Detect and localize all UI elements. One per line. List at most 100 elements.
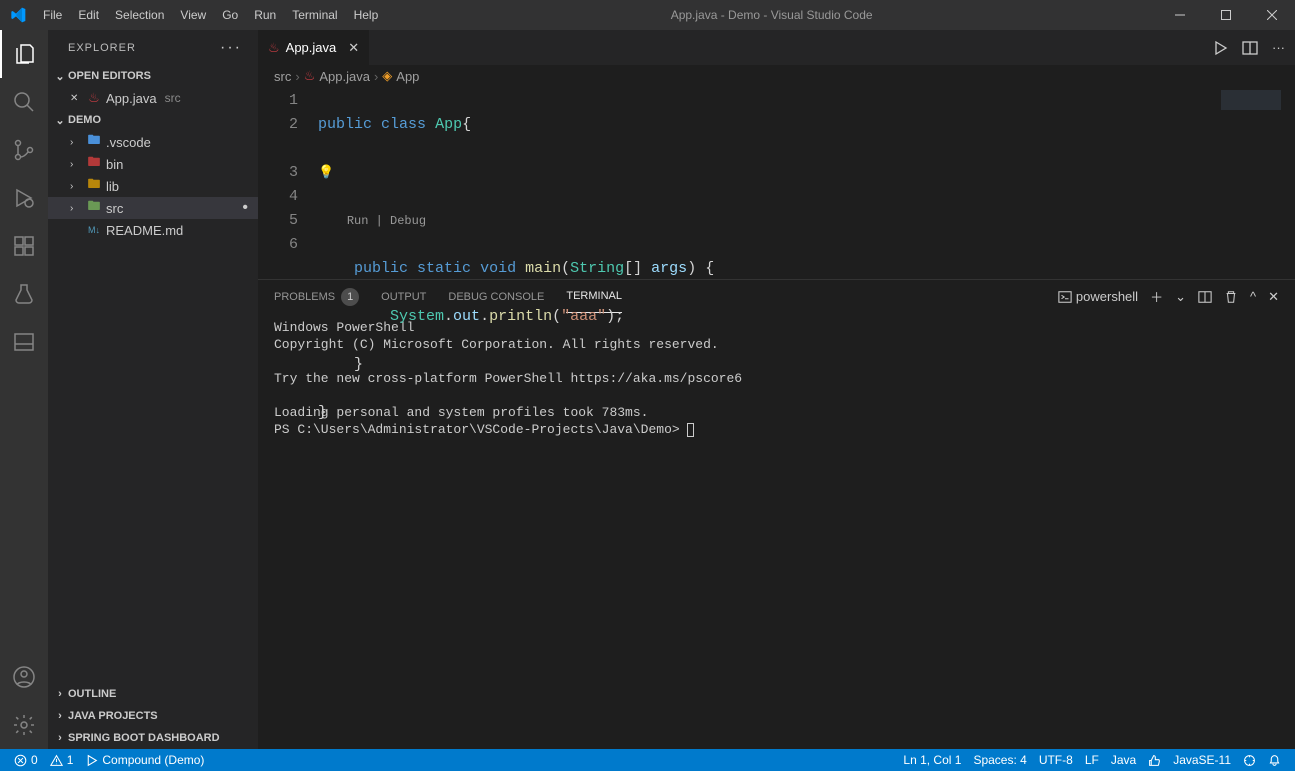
tree-label: .vscode: [106, 135, 151, 150]
modified-dot-icon: •: [242, 199, 248, 217]
tree-label: README.md: [106, 223, 183, 238]
title-bar: File Edit Selection View Go Run Terminal…: [0, 0, 1295, 30]
chevron-right-icon: ›: [295, 69, 299, 84]
menu-file[interactable]: File: [35, 0, 70, 30]
open-editors-header[interactable]: ⌄ OPEN EDITORS: [48, 65, 258, 87]
str-aaa: "aaa": [561, 308, 606, 325]
activity-testing-icon[interactable]: [0, 270, 48, 318]
status-warnings[interactable]: 1: [44, 749, 80, 771]
tree-label: lib: [106, 179, 119, 194]
spring-boot-header[interactable]: › SPRING BOOT DASHBOARD: [48, 727, 258, 749]
window-maximize-button[interactable]: [1203, 0, 1249, 30]
minimap[interactable]: [1211, 87, 1281, 279]
folder-bin[interactable]: › 🖿 bin: [48, 153, 258, 175]
menu-view[interactable]: View: [172, 0, 214, 30]
breadcrumbs[interactable]: src › ♨ App.java › ◈ App: [258, 65, 1295, 87]
chevron-right-icon: ›: [70, 137, 82, 148]
activity-accounts-icon[interactable]: [0, 653, 48, 701]
chevron-right-icon: ›: [70, 181, 82, 192]
chevron-right-icon: ›: [52, 732, 68, 744]
breadcrumb-file[interactable]: App.java: [319, 69, 370, 84]
more-icon[interactable]: ···: [1272, 40, 1285, 55]
status-encoding[interactable]: UTF-8: [1033, 749, 1079, 771]
folder-vscode[interactable]: › 🖿 .vscode: [48, 131, 258, 153]
status-thumbs-up-icon[interactable]: [1142, 749, 1167, 771]
var-out: out: [453, 308, 480, 325]
status-spaces[interactable]: Spaces: 4: [967, 749, 1032, 771]
line-number: 1: [258, 89, 298, 113]
tab-label: App.java: [286, 40, 337, 55]
explorer-title: EXPLORER ···: [48, 30, 258, 65]
activity-extensions-icon[interactable]: [0, 222, 48, 270]
activity-panel-icon[interactable]: [0, 318, 48, 366]
java-projects-header[interactable]: › JAVA PROJECTS: [48, 705, 258, 727]
status-errors[interactable]: 0: [8, 749, 44, 771]
editor-group: ♨ App.java ✕ ··· src › ♨ App.java › ◈ Ap…: [258, 30, 1295, 749]
warnings-count: 1: [67, 753, 74, 767]
status-eol[interactable]: LF: [1079, 749, 1105, 771]
split-editor-icon[interactable]: [1242, 40, 1258, 56]
menu-edit[interactable]: Edit: [70, 0, 107, 30]
menu-run[interactable]: Run: [246, 0, 284, 30]
file-readme[interactable]: M↓ README.md: [48, 219, 258, 241]
kw-public: public: [354, 260, 408, 277]
outline-label: OUTLINE: [68, 688, 116, 700]
outline-header[interactable]: › OUTLINE: [48, 683, 258, 705]
line-number: 3: [258, 161, 298, 185]
activity-source-control-icon[interactable]: [0, 126, 48, 174]
tab-app-java[interactable]: ♨ App.java ✕: [258, 30, 370, 65]
menu-terminal[interactable]: Terminal: [284, 0, 345, 30]
lightbulb-icon[interactable]: 💡: [318, 165, 334, 180]
run-icon[interactable]: [1212, 40, 1228, 56]
status-bar: 0 1 Compound (Demo) Ln 1, Col 1 Spaces: …: [0, 749, 1295, 771]
explorer-more-icon[interactable]: ···: [220, 39, 242, 57]
code-content[interactable]: public class App{ 💡 Run | Debug public s…: [318, 87, 1295, 279]
breadcrumb-symbol[interactable]: App: [396, 69, 419, 84]
status-jdk[interactable]: JavaSE-11: [1167, 749, 1237, 771]
code-editor[interactable]: 1 2 3 4 5 6 public class App{ 💡 Run | De…: [258, 87, 1295, 279]
activity-run-debug-icon[interactable]: [0, 174, 48, 222]
workspace-header[interactable]: ⌄ DEMO: [48, 109, 258, 131]
folder-src[interactable]: › 🖿 src •: [48, 197, 258, 219]
kw-class: class: [381, 116, 426, 133]
line-number: 2: [258, 113, 298, 137]
chevron-right-icon: ›: [52, 710, 68, 722]
kw-public: public: [318, 116, 372, 133]
open-editor-dir: src: [165, 91, 181, 105]
tree-label: bin: [106, 157, 123, 172]
tab-bar: ♨ App.java ✕ ···: [258, 30, 1295, 65]
status-bell-icon[interactable]: [1262, 749, 1287, 771]
codelens-run-debug[interactable]: Run | Debug: [347, 214, 426, 228]
menu-go[interactable]: Go: [214, 0, 246, 30]
java-file-icon: ♨: [86, 90, 102, 106]
status-language[interactable]: Java: [1105, 749, 1142, 771]
chevron-right-icon: ›: [70, 159, 82, 170]
open-editor-item[interactable]: ✕ ♨ App.java src: [48, 87, 258, 109]
open-editors-label: OPEN EDITORS: [68, 70, 151, 82]
close-icon[interactable]: ✕: [70, 93, 82, 104]
type-app: App: [435, 116, 462, 133]
spring-boot-label: SPRING BOOT DASHBOARD: [68, 732, 220, 744]
status-cursor[interactable]: Ln 1, Col 1: [897, 749, 967, 771]
kw-void: void: [480, 260, 516, 277]
status-feedback-icon[interactable]: [1237, 749, 1262, 771]
activity-settings-icon[interactable]: [0, 701, 48, 749]
chevron-right-icon: ›: [70, 203, 82, 214]
scrollbar-vertical[interactable]: [1281, 87, 1295, 279]
close-icon[interactable]: ✕: [348, 40, 359, 56]
activity-search-icon[interactable]: [0, 78, 48, 126]
explorer-sidebar: EXPLORER ··· ⌄ OPEN EDITORS ✕ ♨ App.java…: [48, 30, 258, 749]
var-args: args: [651, 260, 687, 277]
window-minimize-button[interactable]: [1157, 0, 1203, 30]
window-close-button[interactable]: [1249, 0, 1295, 30]
menu-help[interactable]: Help: [346, 0, 387, 30]
status-debug-config[interactable]: Compound (Demo): [79, 749, 210, 771]
breadcrumb-src[interactable]: src: [274, 69, 291, 84]
java-projects-label: JAVA PROJECTS: [68, 710, 158, 722]
fn-println: println: [489, 308, 552, 325]
workspace-label: DEMO: [68, 114, 101, 126]
activity-explorer-icon[interactable]: [0, 30, 48, 78]
line-gutter: 1 2 3 4 5 6: [258, 87, 318, 279]
folder-lib[interactable]: › 🖿 lib: [48, 175, 258, 197]
menu-selection[interactable]: Selection: [107, 0, 172, 30]
